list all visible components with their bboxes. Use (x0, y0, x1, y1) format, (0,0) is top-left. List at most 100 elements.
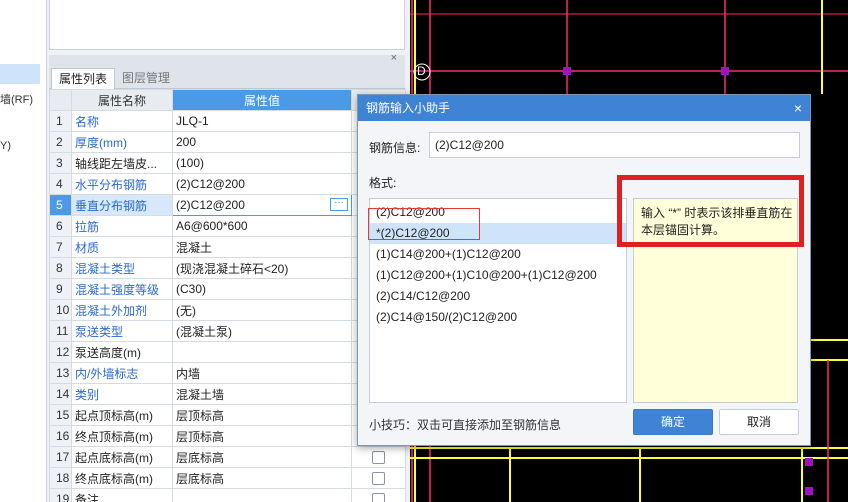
column-node (721, 67, 729, 75)
axis-label-d: D (417, 64, 426, 78)
row-index: 5 (49, 194, 72, 216)
row-index: 16 (49, 425, 72, 447)
row-index: 9 (49, 278, 72, 300)
property-row[interactable]: 18 终点底标高(m) 层底标高 (49, 467, 406, 489)
property-name: 内/外墙标志 (71, 362, 173, 384)
property-checkbox[interactable] (372, 451, 385, 465)
dialog-close-icon[interactable]: × (794, 95, 802, 121)
property-row[interactable]: 16 终点顶标高(m) 层顶标高 (49, 425, 406, 447)
rebar-helper-dialog: 钢筋输入小助手 × 钢筋信息: 格式: (2)C12@200*(2)C12@20… (357, 94, 811, 446)
property-value[interactable] (172, 488, 352, 502)
tab-layer-management[interactable]: 图层管理 (115, 68, 177, 89)
property-value[interactable]: JLQ-1 (172, 110, 352, 132)
property-value[interactable]: (无) (172, 299, 352, 321)
property-name: 终点顶标高(m) (71, 425, 173, 447)
property-row[interactable]: 19 备注 (49, 488, 406, 502)
cancel-button[interactable]: 取消 (719, 409, 799, 435)
property-value[interactable]: 层顶标高 (172, 425, 352, 447)
row-index: 4 (49, 173, 72, 195)
dialog-title: 钢筋输入小助手 (366, 101, 451, 115)
property-row[interactable]: 5 垂直分布钢筋 (2)C12@200 ··· (49, 194, 406, 216)
property-extra (351, 467, 406, 489)
property-value-text: 层底标高 (176, 450, 225, 465)
project-tree-strip: 墙(RF) Y) (0, 0, 42, 502)
property-value-text: 混凝土墙 (176, 387, 225, 402)
ellipsis-button[interactable]: ··· (330, 198, 348, 211)
property-name: 厚度(mm) (71, 131, 173, 153)
property-row[interactable]: 4 水平分布钢筋 (2)C12@200 (49, 173, 406, 195)
property-row[interactable]: 6 拉筋 A6@600*600 (49, 215, 406, 237)
property-value[interactable]: (C30) (172, 278, 352, 300)
property-value-text: (2)C12@200 (176, 177, 245, 191)
property-row[interactable]: 11 泵送类型 (混凝土泵) (49, 320, 406, 342)
property-row[interactable]: 15 起点顶标高(m) 层顶标高 (49, 404, 406, 426)
property-value[interactable]: 层底标高 (172, 446, 352, 468)
property-value[interactable]: 层顶标高 (172, 404, 352, 426)
property-value-text: (C30) (176, 282, 207, 296)
property-checkbox[interactable] (372, 472, 385, 486)
format-list-item[interactable]: (1)C14@200+(1)C12@200 (370, 244, 626, 265)
tree-item-label[interactable]: Y) (0, 140, 11, 152)
property-row[interactable]: 13 内/外墙标志 内墙 (49, 362, 406, 384)
property-value[interactable]: (现浇混凝土碎石<20) (172, 257, 352, 279)
property-value[interactable]: 内墙 (172, 362, 352, 384)
property-name: 起点顶标高(m) (71, 404, 173, 426)
tree-item-label[interactable]: 墙(RF) (0, 91, 33, 107)
property-value[interactable]: (100) (172, 152, 352, 174)
property-value[interactable]: 层底标高 (172, 467, 352, 489)
property-value[interactable]: (2)C12@200 (172, 173, 352, 195)
property-value-text: 200 (176, 135, 197, 149)
property-row[interactable]: 7 材质 混凝土 (49, 236, 406, 258)
tab-property-list[interactable]: 属性列表 (51, 68, 116, 89)
property-row[interactable]: 14 类别 混凝土墙 (49, 383, 406, 405)
property-extra (351, 446, 406, 468)
tree-selected-item[interactable] (0, 64, 40, 84)
property-name: 泵送高度(m) (71, 341, 173, 363)
row-index: 13 (49, 362, 72, 384)
property-name: 起点底标高(m) (71, 446, 173, 468)
row-index: 7 (49, 236, 72, 258)
annotation-highlight-format (368, 208, 480, 240)
ok-button[interactable]: 确定 (633, 409, 713, 435)
column-header-index (49, 89, 72, 111)
row-index: 8 (49, 257, 72, 279)
property-row[interactable]: 17 起点底标高(m) 层底标高 (49, 446, 406, 468)
property-value-text: 内墙 (176, 366, 201, 381)
property-row[interactable]: 1 名称 JLQ-1 (49, 110, 406, 132)
property-panel: × 属性列表 图层管理 属性名称 属性值 1 名称 JLQ-1 2 厚度(mm) 200 3… (46, 0, 410, 502)
property-value-text: (100) (176, 156, 205, 170)
format-list-item[interactable]: (2)C14@150/(2)C12@200 (370, 307, 626, 328)
panel-close-icon[interactable]: × (391, 52, 397, 64)
row-index: 6 (49, 215, 72, 237)
column-header-name: 属性名称 (71, 89, 173, 111)
property-value[interactable]: A6@600*600 (172, 215, 352, 237)
property-row[interactable]: 9 混凝土强度等级 (C30) (49, 278, 406, 300)
format-list-item[interactable]: (1)C12@200+(1)C10@200+(1)C12@200 (370, 265, 626, 286)
property-name: 泵送类型 (71, 320, 173, 342)
property-value-text: (2)C12@200 (176, 198, 245, 212)
property-value[interactable]: 200 (172, 131, 352, 153)
rebar-info-input[interactable] (429, 132, 800, 158)
column-node (563, 67, 571, 75)
property-row[interactable]: 2 厚度(mm) 200 (49, 131, 406, 153)
property-row[interactable]: 12 泵送高度(m) (49, 341, 406, 363)
property-name: 混凝土强度等级 (71, 278, 173, 300)
property-row[interactable]: 3 轴线距左墙皮... (100) (49, 152, 406, 174)
property-row[interactable]: 10 混凝土外加剂 (无) (49, 299, 406, 321)
property-checkbox[interactable] (372, 493, 385, 502)
rebar-info-label: 钢筋信息: (369, 141, 421, 155)
property-value-text: (现浇混凝土碎石<20) (176, 261, 289, 276)
row-index: 19 (49, 488, 72, 502)
property-row[interactable]: 8 混凝土类型 (现浇混凝土碎石<20) (49, 257, 406, 279)
property-value-text: (无) (176, 303, 196, 318)
property-value[interactable]: (2)C12@200 ··· (172, 194, 352, 216)
dialog-titlebar[interactable]: 钢筋输入小助手 × (358, 95, 810, 121)
tip-text: 小技巧：双击可直接添加至钢筋信息 (369, 418, 562, 432)
format-list-item[interactable]: (2)C14/C12@200 (370, 286, 626, 307)
property-value[interactable] (172, 341, 352, 363)
property-value[interactable]: 混凝土 (172, 236, 352, 258)
property-value[interactable]: 混凝土墙 (172, 383, 352, 405)
row-index: 10 (49, 299, 72, 321)
column-header-value: 属性值 (172, 89, 352, 111)
property-value[interactable]: (混凝土泵) (172, 320, 352, 342)
